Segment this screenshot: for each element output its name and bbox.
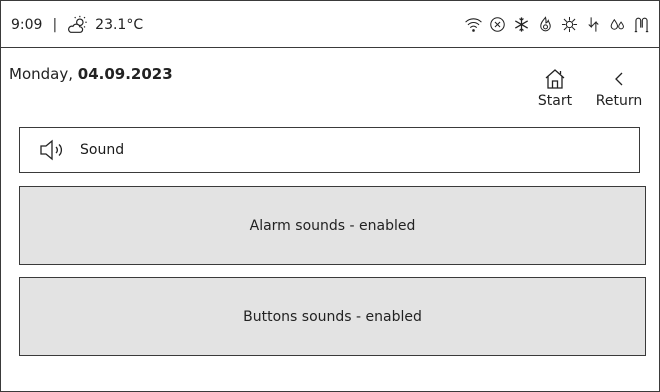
status-icons <box>464 1 651 48</box>
clock: 9:09 <box>11 16 43 33</box>
start-button[interactable]: Start <box>533 67 577 109</box>
chevron-left-icon <box>615 72 623 86</box>
status-left: 9:09 | 23.1°C <box>11 1 143 48</box>
partly-cloudy-icon <box>68 15 87 33</box>
date-line: Monday, 04.09.2023 <box>9 65 173 83</box>
temperature: 23.1°C <box>95 16 144 33</box>
water-drops-icon <box>610 18 624 30</box>
return-label: Return <box>595 93 643 109</box>
valve-icon <box>634 17 649 33</box>
error-circle-icon <box>490 17 505 32</box>
alarm-sounds-label: Alarm sounds - enabled <box>249 217 416 234</box>
speaker-icon <box>40 139 63 161</box>
pump-icon <box>588 17 599 32</box>
flame-icon <box>540 16 551 32</box>
wifi-icon <box>465 18 482 32</box>
screen: 9:09 | 23.1°C Monday, 04.09.2023 Start R… <box>0 0 660 392</box>
date: 04.09.2023 <box>77 65 173 83</box>
home-icon <box>545 69 565 89</box>
separator: | <box>52 16 58 33</box>
start-label: Start <box>537 93 573 109</box>
section-header: Sound <box>19 127 640 173</box>
return-button[interactable]: Return <box>593 67 645 109</box>
section-title: Sound <box>80 142 125 158</box>
buttons-sounds-button[interactable]: Buttons sounds - enabled <box>19 277 646 356</box>
defrost-icon <box>561 16 578 33</box>
alarm-sounds-button[interactable]: Alarm sounds - enabled <box>19 186 646 265</box>
status-bar: 9:09 | 23.1°C <box>1 1 659 48</box>
snowflake-icon <box>515 17 528 32</box>
weekday: Monday, <box>9 65 73 83</box>
buttons-sounds-label: Buttons sounds - enabled <box>243 308 422 325</box>
